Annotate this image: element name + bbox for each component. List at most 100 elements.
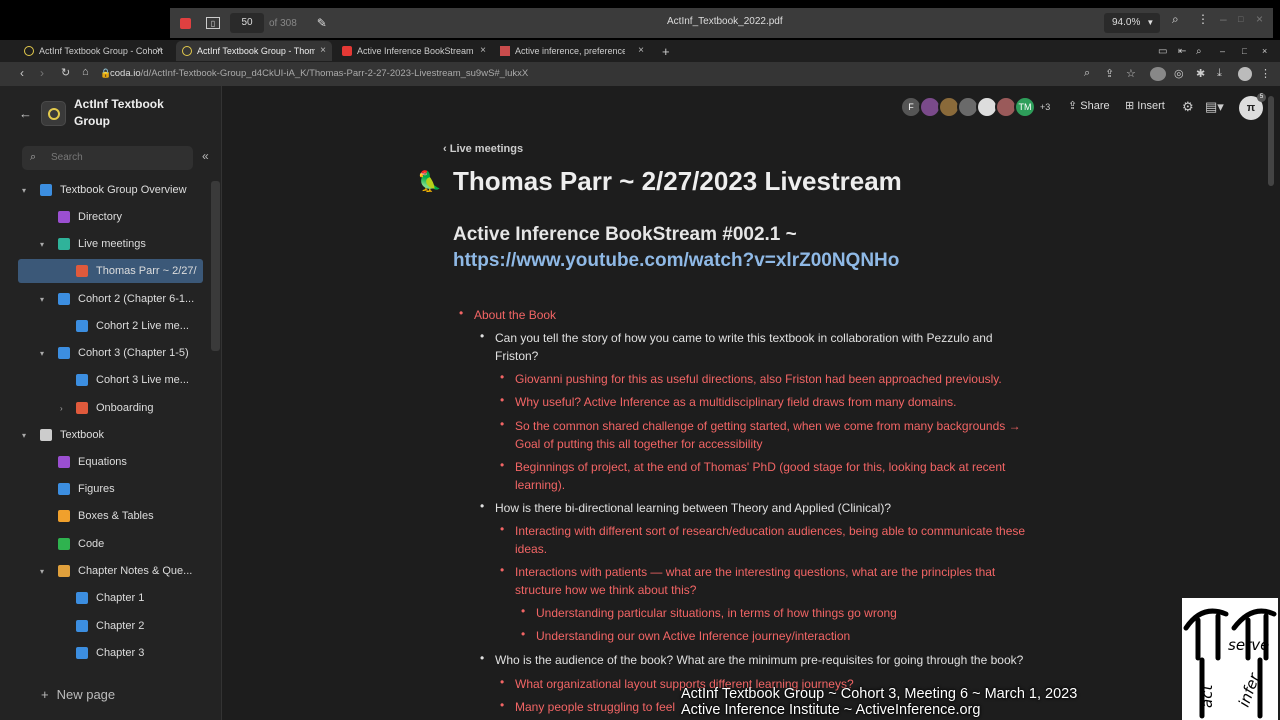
sidebar-item-label: Cohort 3 Live me... — [96, 374, 189, 386]
sidebar-item[interactable]: Thomas Parr ~ 2/27/ — [18, 259, 203, 283]
download-icon[interactable]: ⤓ — [1217, 67, 1222, 80]
profile-icon[interactable] — [1238, 67, 1252, 81]
sidebar-item[interactable]: Boxes & Tables — [18, 504, 203, 528]
chevron-down-icon[interactable]: ▾ — [40, 349, 44, 358]
page-icon — [58, 293, 70, 305]
caption-line-2: Active Inference Institute ~ ActiveInfer… — [681, 702, 981, 718]
chevron-down-icon[interactable]: ▾ — [40, 567, 44, 576]
close-tab-icon[interactable]: × — [638, 45, 644, 56]
gear-icon[interactable]: ⚙ — [1182, 99, 1194, 115]
puzzle-icon[interactable]: ✱ — [1196, 67, 1205, 80]
sidebar-item[interactable]: ▾ Textbook Group Overview — [18, 178, 203, 202]
sidebar-item[interactable]: ▾ Cohort 2 (Chapter 6-1... — [18, 287, 203, 311]
page-emoji-icon[interactable]: 🦜 — [417, 169, 442, 194]
browser-tab[interactable]: ActInf Textbook Group - Cohort × — [18, 41, 168, 61]
sidebar-toggle-icon[interactable]: ▯ — [206, 17, 220, 29]
chevron-down-icon[interactable]: ▾ — [40, 240, 44, 249]
close-tab-icon[interactable]: × — [480, 45, 486, 56]
browser-tab[interactable]: Active Inference BookStream × — [336, 41, 492, 61]
sidebar-item[interactable]: › Onboarding — [18, 396, 203, 420]
logo-text-act: act — [1198, 684, 1216, 708]
tab-label: Active inference, preference l — [515, 46, 625, 56]
sidebar-item[interactable]: Code — [18, 532, 203, 556]
chevron-down-icon[interactable]: ▾ — [22, 431, 26, 440]
pencil-icon[interactable]: ✎ — [311, 12, 333, 34]
youtube-icon — [342, 46, 352, 56]
share-icon[interactable]: ⇪ — [1105, 67, 1114, 80]
new-tab-icon[interactable]: + — [656, 41, 676, 61]
window-close-icon[interactable]: × — [1256, 41, 1267, 61]
sidebar-item-label: Chapter 1 — [96, 592, 145, 604]
sidebar-search-input[interactable]: ⌕ Search — [22, 146, 193, 170]
share-icon: ⇪ — [1068, 100, 1081, 112]
page-icon — [58, 238, 70, 250]
page-number-input[interactable]: 50 — [230, 13, 264, 33]
extension-icon[interactable] — [1150, 67, 1166, 81]
sidebar-scrollbar[interactable] — [211, 181, 220, 351]
zoom-select[interactable]: 94.0% ▼ — [1104, 13, 1160, 33]
pdf-file-name: ActInf_Textbook_2022.pdf — [667, 16, 783, 27]
avatars-more-count[interactable]: +3 — [1040, 102, 1050, 112]
page-total-label: of 308 — [269, 17, 297, 29]
tab-layout-icon[interactable]: ▭ — [1152, 41, 1167, 61]
outline-item: Understanding particular situations, in … — [536, 606, 897, 620]
pdf-app-icon[interactable] — [174, 12, 196, 34]
tab-reader-icon[interactable]: ⇤ — [1172, 41, 1186, 61]
chevron-down-icon[interactable]: ▾ — [22, 186, 26, 195]
collapse-sidebar-icon[interactable]: « — [202, 149, 209, 163]
breadcrumb[interactable]: ‹ Live meetings — [443, 143, 523, 155]
sidebar-item[interactable]: Cohort 3 Live me... — [18, 368, 203, 392]
back-arrow-icon[interactable]: ← — [19, 106, 32, 121]
extension-2-icon[interactable]: ◎ — [1174, 67, 1184, 80]
close-tab-icon[interactable]: × — [156, 45, 162, 56]
chevron-right-icon[interactable]: › — [60, 404, 63, 413]
window-minimize-icon[interactable]: – — [1214, 41, 1225, 61]
bullet-icon: • — [500, 563, 505, 577]
home-icon[interactable]: ⌂ — [82, 66, 89, 78]
sidebar-item[interactable]: ▾ Textbook — [18, 423, 203, 447]
new-page-button[interactable]: + New page — [41, 687, 123, 702]
close-icon[interactable]: × — [1256, 12, 1263, 26]
sidebar-item[interactable]: Cohort 2 Live me... — [18, 314, 203, 338]
search-icon[interactable]: ⌕ — [1172, 12, 1179, 27]
window-maximize-icon[interactable]: □ — [1236, 41, 1247, 61]
sidebar-item[interactable]: Figures — [18, 477, 203, 501]
notification-badge: 5 — [1257, 93, 1266, 102]
chevron-down-icon[interactable]: ▾ — [40, 295, 44, 304]
url-domain: coda.io — [110, 68, 141, 79]
bullet-icon: • — [521, 604, 526, 618]
sidebar-item[interactable]: ▾ Cohort 3 (Chapter 1-5) — [18, 341, 203, 365]
institute-logo: serve act infer — [1182, 598, 1278, 720]
browser-tab[interactable]: Active inference, preference l × — [494, 41, 650, 61]
tab-search-icon[interactable]: ⌕ — [1190, 41, 1202, 61]
zoom-value: 94.0% — [1112, 17, 1141, 28]
maximize-icon[interactable]: □ — [1238, 14, 1243, 24]
sidebar-item-label: Textbook — [60, 429, 105, 441]
menu-icon[interactable]: ⋮ — [1260, 67, 1271, 80]
comments-icon[interactable]: ▤▾ — [1205, 99, 1224, 115]
zoom-icon[interactable]: ⌕ — [1084, 67, 1090, 80]
forward-arrow-icon[interactable]: › — [40, 66, 44, 80]
page-icon — [76, 647, 88, 659]
browser-tab-active[interactable]: ActInf Textbook Group - Thomas × — [176, 41, 332, 61]
insert-button[interactable]: ⊞ Insert — [1125, 99, 1165, 112]
close-tab-icon[interactable]: × — [320, 45, 326, 56]
sidebar-item[interactable]: Chapter 3 — [18, 641, 203, 665]
main-scrollbar[interactable] — [1268, 96, 1274, 186]
sidebar-item[interactable]: Chapter 2 — [18, 614, 203, 638]
sidebar-item[interactable]: ▾ Live meetings — [18, 232, 203, 256]
sidebar-item[interactable]: ▾ Chapter Notes & Que... — [18, 559, 203, 583]
share-button[interactable]: ⇪ Share — [1068, 99, 1110, 112]
more-options-icon[interactable]: ⋮ — [1197, 12, 1209, 26]
collaborator-avatars[interactable]: F TM — [900, 96, 1036, 118]
minimize-icon[interactable]: – — [1220, 12, 1227, 26]
avatar[interactable]: TM — [1014, 96, 1036, 118]
sidebar-item[interactable]: Equations — [18, 450, 203, 474]
reload-icon[interactable]: ↻ — [61, 66, 70, 79]
sidebar-item[interactable]: Chapter 1 — [18, 586, 203, 610]
sidebar-item[interactable]: Directory — [18, 205, 203, 229]
url-field[interactable]: coda.io/d/ActInf-Textbook-Group_d4CkUI-i… — [110, 68, 528, 79]
back-arrow-icon[interactable]: ‹ — [20, 66, 24, 80]
youtube-link[interactable]: https://www.youtube.com/watch?v=xlrZ00NQ… — [453, 250, 899, 272]
bookmark-star-icon[interactable]: ☆ — [1126, 67, 1136, 80]
